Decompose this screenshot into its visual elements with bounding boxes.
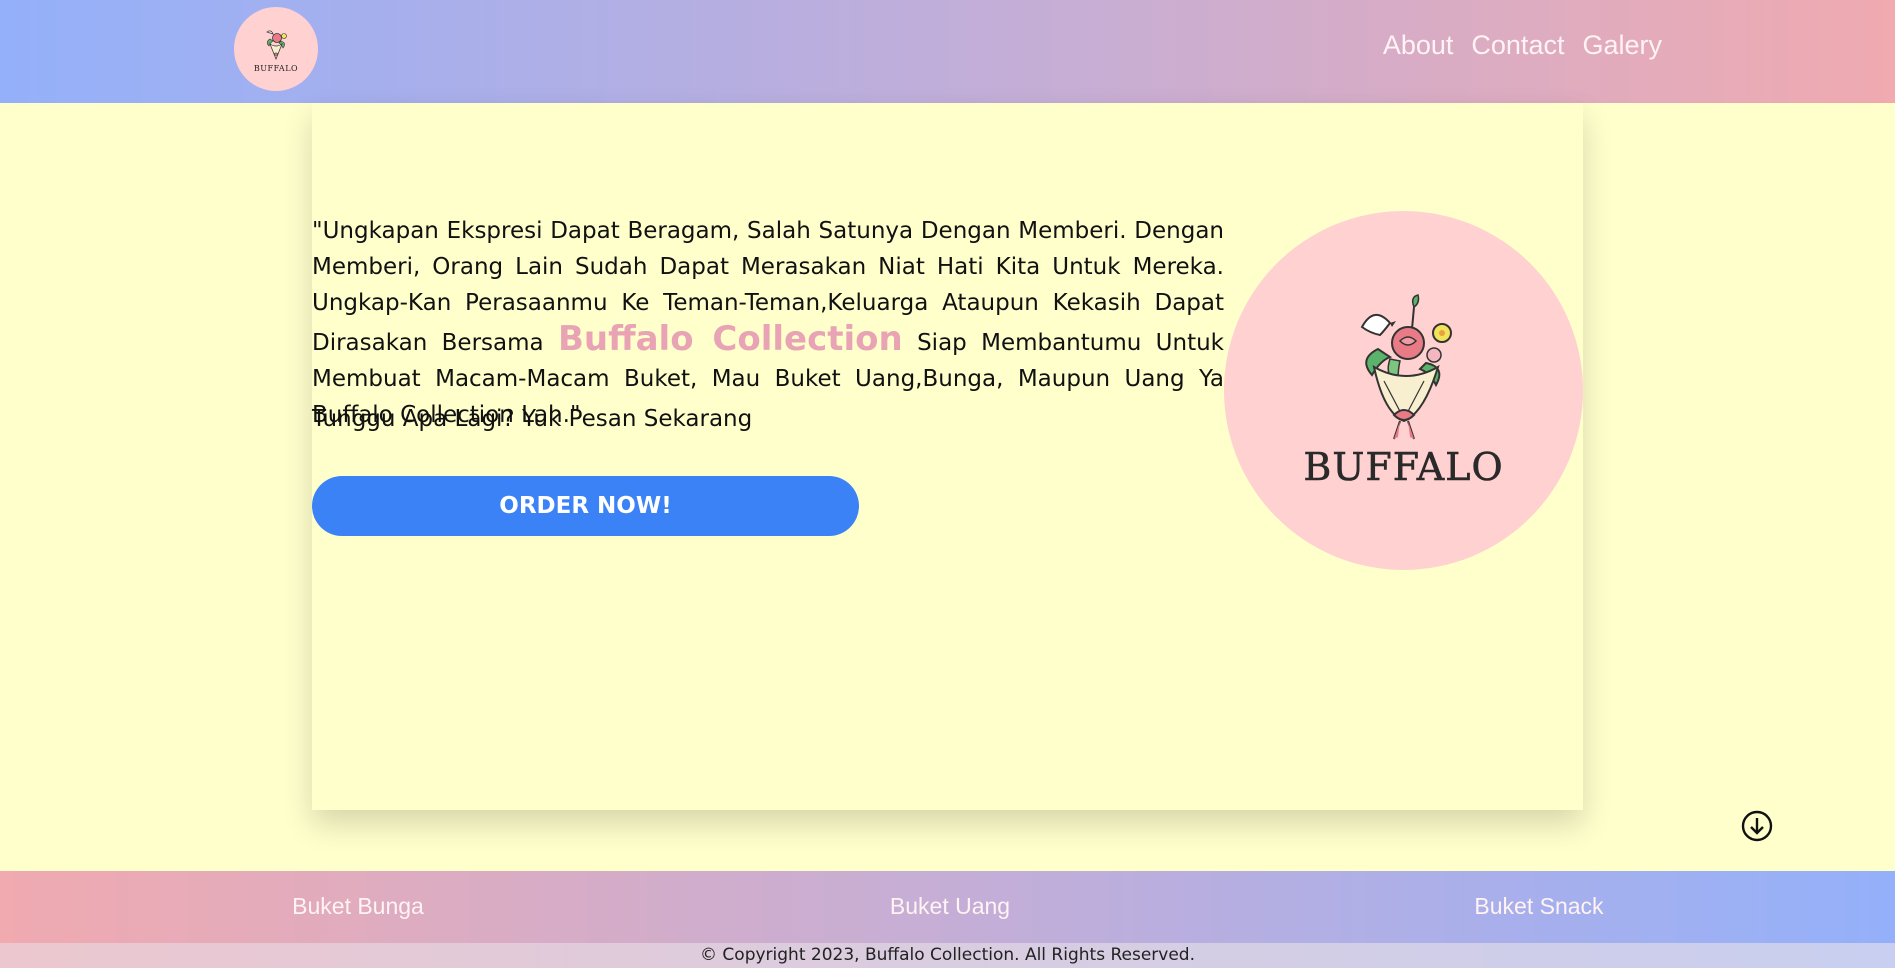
logo-wordmark: BUFFALO bbox=[253, 63, 299, 73]
site-header: BUFFALO About Contact Galery bbox=[0, 0, 1895, 103]
category-bar: Buket Bunga Buket Uang Buket Snack bbox=[0, 871, 1895, 943]
nav-contact[interactable]: Contact bbox=[1471, 30, 1564, 61]
brand-highlight: Buffalo Collection bbox=[557, 319, 903, 359]
logo-wordmark: BUFFALO bbox=[1303, 444, 1504, 489]
cta-text: Tunggu Apa Lagi? Yuk Pesan Sekarang bbox=[312, 406, 753, 432]
site-logo[interactable]: BUFFALO bbox=[234, 7, 318, 91]
main-nav: About Contact Galery bbox=[1383, 30, 1662, 61]
order-now-button[interactable]: ORDER NOW! bbox=[312, 476, 859, 536]
hero-logo: BUFFALO bbox=[1224, 211, 1583, 570]
category-buket-uang[interactable]: Buket Uang bbox=[890, 893, 1010, 920]
copyright-text: © Copyright 2023, Buffalo Collection. Al… bbox=[700, 945, 1195, 965]
hero-card: "Ungkapan Ekspresi Dapat Beragam, Salah … bbox=[312, 103, 1583, 810]
nav-galery[interactable]: Galery bbox=[1582, 30, 1662, 61]
category-buket-snack[interactable]: Buket Snack bbox=[1474, 893, 1603, 920]
arrow-down-circle-icon[interactable] bbox=[1741, 810, 1773, 842]
hero-quote: "Ungkapan Ekspresi Dapat Beragam, Salah … bbox=[312, 213, 1224, 433]
category-buket-bunga[interactable]: Buket Bunga bbox=[292, 893, 424, 920]
bouquet-icon bbox=[1360, 293, 1452, 439]
bouquet-icon bbox=[266, 30, 287, 60]
footer: © Copyright 2023, Buffalo Collection. Al… bbox=[0, 943, 1895, 968]
nav-about[interactable]: About bbox=[1383, 30, 1454, 61]
